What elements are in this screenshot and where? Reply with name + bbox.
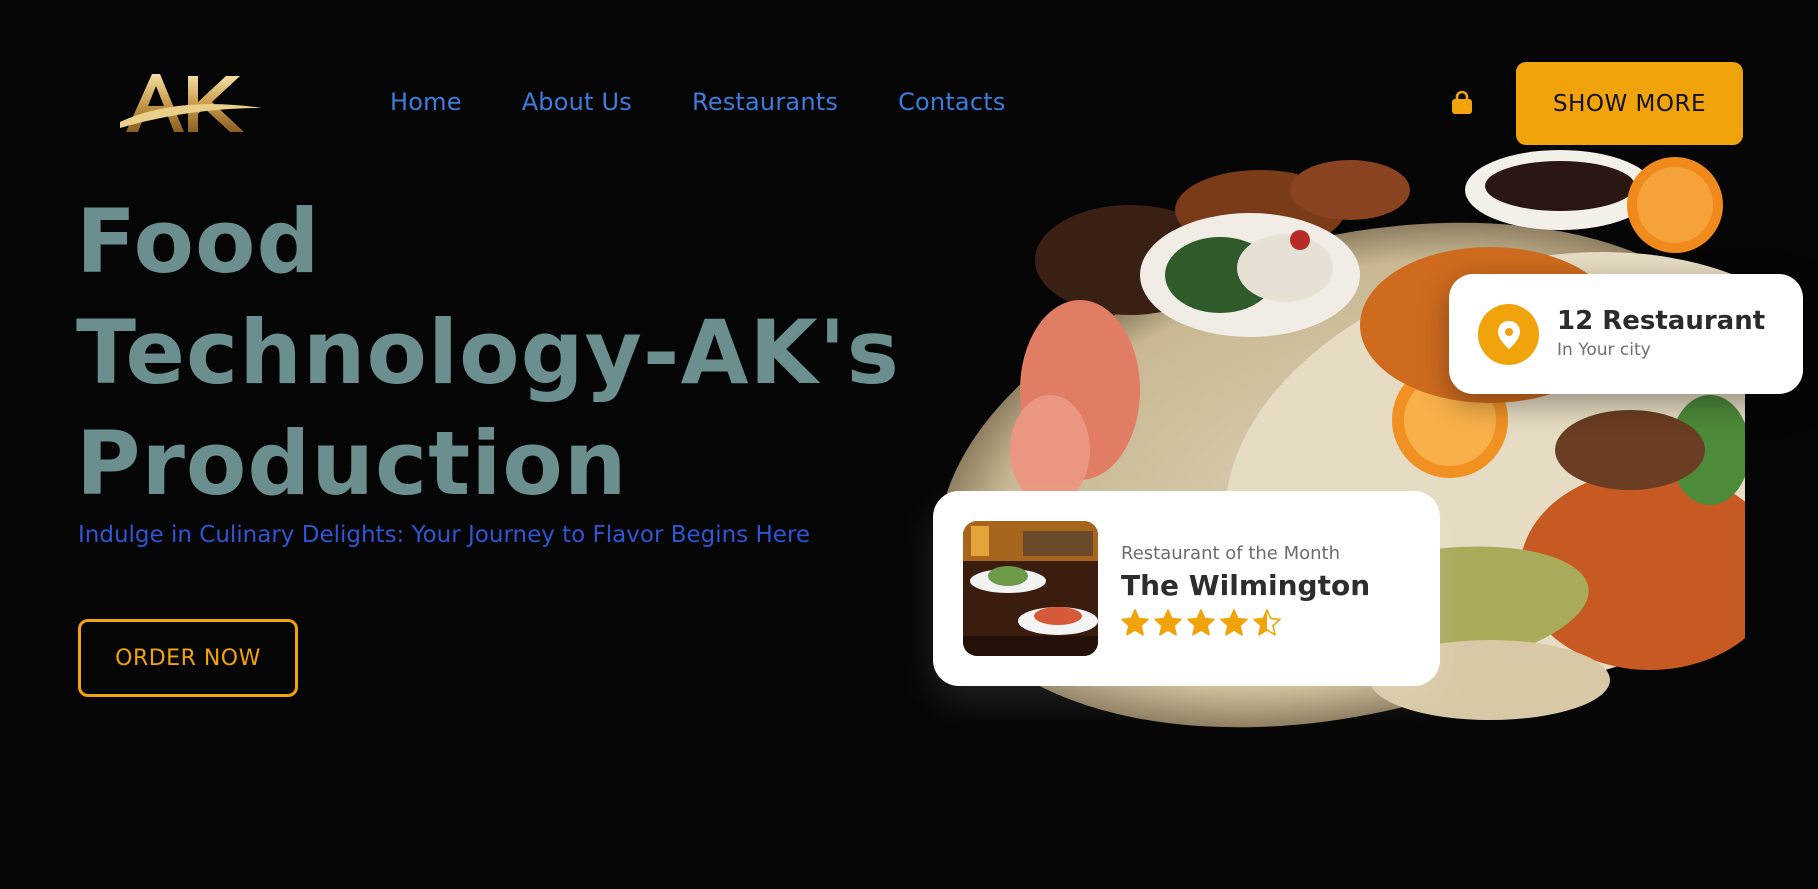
restaurant-count-subtitle: In Your city [1557,340,1651,360]
landing-page: Home About Us Restaurants Contacts SHOW … [0,0,1818,889]
location-pin-icon [1497,320,1520,349]
hero-title: Food Technology-AK's Production [76,186,900,519]
restaurant-thumbnail-image [963,521,1098,656]
nav-restaurants-link[interactable]: Restaurants [692,88,838,116]
nav-home-link[interactable]: Home [390,88,462,116]
show-more-button[interactable]: SHOW MORE [1516,62,1743,145]
nav-about-us-link[interactable]: About Us [522,88,632,116]
hero-subtitle: Indulge in Culinary Delights: Your Journ… [78,522,811,548]
restaurant-count-card[interactable]: 12 Restaurant In Your city [1449,274,1803,394]
star-full-icon [1121,609,1149,636]
nav-contacts-link[interactable]: Contacts [898,88,1005,116]
restaurant-month-name: The Wilmington [1121,569,1371,602]
restaurant-count-title: 12 Restaurant [1557,306,1766,336]
restaurant-of-month-card[interactable]: Restaurant of the Month The Wilmington [933,491,1440,686]
hero-title-line-3: Production [76,412,628,515]
hero-title-line-2: Technology-AK's [76,301,901,404]
star-full-icon [1220,609,1248,636]
star-full-icon [1187,609,1215,636]
ak-logo[interactable] [118,64,264,144]
star-half-icon [1253,609,1281,636]
location-pin-badge [1478,304,1539,365]
star-full-icon [1154,609,1182,636]
order-now-button[interactable]: ORDER NOW [78,619,298,697]
shopping-bag-icon[interactable] [1449,90,1475,116]
rating-stars [1120,608,1285,638]
restaurant-month-label: Restaurant of the Month [1121,543,1341,564]
main-nav: Home About Us Restaurants Contacts [390,88,1066,116]
hero-title-line-1: Food [76,190,321,293]
